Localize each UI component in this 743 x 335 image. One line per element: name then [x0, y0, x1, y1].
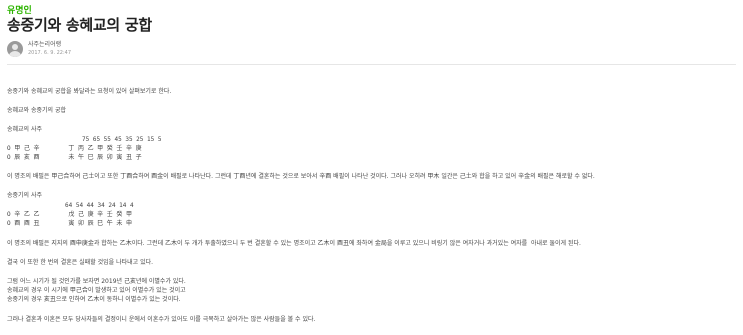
saju1-heading: 송혜교의 사주 — [7, 126, 43, 133]
saju1-row-branches: O 辰 亥 酉 未 午 巳 辰 卯 寅 丑 子 — [7, 154, 142, 161]
saju2-heading: 송중기의 사주 — [7, 192, 43, 199]
author-name[interactable]: 사주는리어랭 — [28, 41, 71, 49]
author-meta: 사주는리어랭 2017. 6. 9. 22:47 — [28, 41, 71, 57]
post-title: 송중기와 송혜교의 궁합 — [7, 16, 152, 34]
section-subtitle: 송혜교와 송중기의 궁합 — [7, 107, 67, 114]
post-date: 2017. 6. 9. 22:47 — [28, 50, 72, 56]
saju1-row-stems: O 甲 己 辛 丁 丙 乙 甲 癸 壬 辛 庚 — [7, 145, 142, 152]
author-info: 사주는리어랭 2017. 6. 9. 22:47 — [7, 38, 71, 60]
conclusion-paragraph: 결국 이 또한 한 번의 결혼은 실패할 것임을 나타내고 있다. — [7, 259, 154, 266]
saju2-row-branches: O 酉 酉 丑 寅 卯 辰 巳 午 未 申 — [7, 220, 133, 227]
timing-line-2: 송혜교의 경우 이 시기에 甲己合이 발생하고 있어 이별수가 있는 것이고 — [7, 287, 186, 294]
timing-line-3: 송중기의 경우 亥丑으로 인하여 乙木이 동하니 이별수가 있는 것이다. — [7, 296, 181, 303]
timing-line-1: 그럼 어느 시기가 될 것인가를 보자면 2019년 己亥년에 이별수가 있다. — [7, 278, 186, 285]
saju2-daeun-ages: 64 54 44 34 24 14 4 — [65, 202, 134, 209]
intro-paragraph: 송중기와 송혜교의 궁합을 봐달라는 요청이 있어 살펴보기로 한다. — [7, 88, 172, 95]
header-divider — [7, 64, 736, 65]
saju2-row-stems: O 辛 乙 乙 戊 己 庚 辛 壬 癸 甲 — [7, 211, 133, 218]
saju1-daeun-ages: 75 65 55 45 35 25 15 5 — [82, 136, 162, 143]
analysis1-paragraph: 이 명조의 배필은 甲己合하여 己土이고 또한 丁酉合하여 酉金이 배필로 나타… — [7, 173, 595, 180]
closing-paragraph: 그러나 결혼과 이혼은 모두 당사자들의 결정이니 운에서 이혼수가 있어도 이… — [7, 316, 316, 323]
analysis2-paragraph: 이 명조의 배필은 지지의 酉申庚金과 합하는 乙木이다. 그런데 乙木이 두 … — [7, 240, 581, 247]
avatar[interactable] — [7, 41, 23, 57]
